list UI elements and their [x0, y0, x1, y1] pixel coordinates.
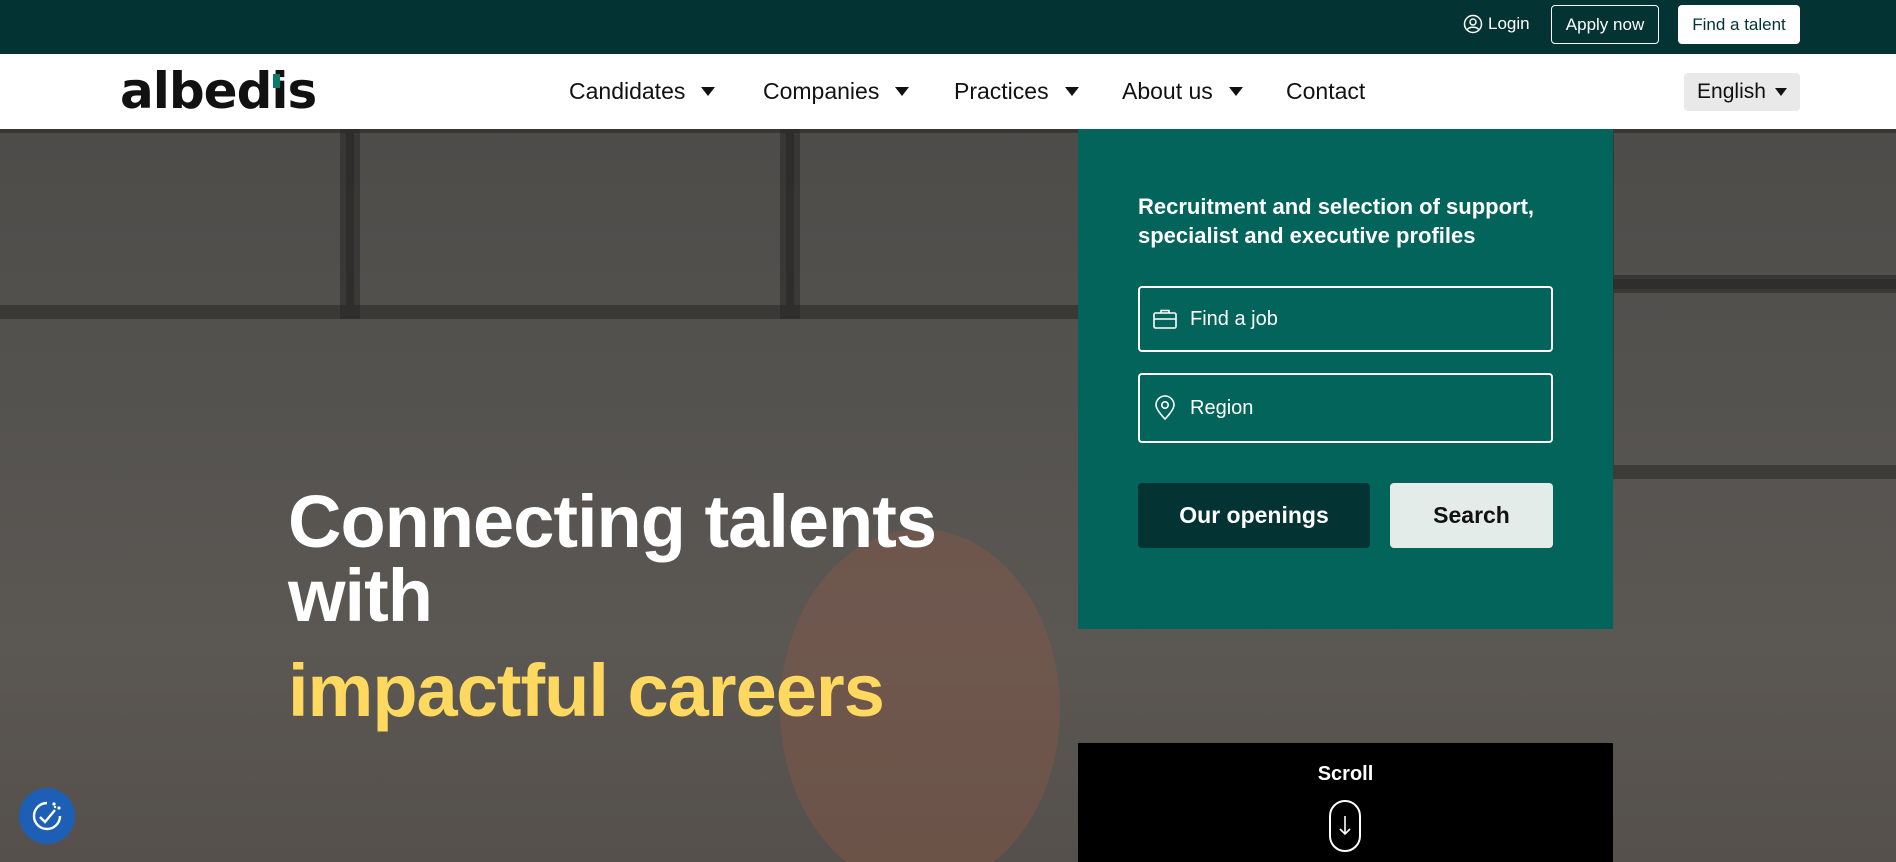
scroll-label: Scroll [1317, 763, 1374, 785]
background-window-frame [780, 129, 1100, 319]
background-window-frame [340, 129, 800, 319]
our-openings-button[interactable]: Our openings [1138, 483, 1370, 548]
language-selector[interactable]: English [1684, 73, 1800, 111]
nav-item-about-us[interactable]: About us [1122, 76, 1243, 106]
cookie-settings-button[interactable] [19, 788, 75, 844]
find-a-talent-button[interactable]: Find a talent [1678, 5, 1800, 44]
nav-item-candidates[interactable]: Candidates [569, 76, 716, 106]
search-button[interactable]: Search [1390, 483, 1553, 548]
hero-title-line-2: with [288, 554, 433, 637]
chevron-down-icon [1774, 88, 1787, 96]
chevron-down-icon [1064, 86, 1079, 96]
briefcase-icon [1153, 309, 1177, 329]
hero-title-line-1: Connecting talents [288, 480, 937, 563]
panel-headline: Recruitment and selection of support, sp… [1138, 194, 1535, 248]
albedis-logo[interactable]: albedis [120, 66, 317, 116]
cookie-settings-icon [32, 801, 62, 831]
nav-item-label: Companies [763, 77, 880, 104]
logo-text: albedis [120, 62, 317, 120]
job-search-panel: Recruitment and selection of support, sp… [1078, 129, 1613, 629]
scroll-down-button[interactable] [1329, 800, 1361, 852]
location-pin-icon [1155, 395, 1175, 421]
chevron-down-icon [895, 86, 910, 96]
chevron-down-icon [701, 86, 716, 96]
login-label: Login [1488, 14, 1530, 33]
nav-item-label: Practices [954, 77, 1049, 104]
logo-accent-mark [273, 74, 280, 88]
background-window-frame [0, 129, 360, 319]
job-search-input[interactable] [1190, 307, 1530, 331]
login-link[interactable]: Login [1463, 12, 1530, 36]
background-window-frame [1600, 279, 1896, 479]
user-circle-icon [1463, 14, 1483, 34]
apply-now-button[interactable]: Apply now [1551, 5, 1659, 44]
scroll-indicator: Scroll [1078, 743, 1613, 862]
top-utility-bar: Login Apply now Find a talent [0, 0, 1896, 54]
nav-item-contact[interactable]: Contact [1286, 76, 1365, 106]
background-window-frame [1600, 129, 1896, 289]
nav-item-label: Contact [1286, 77, 1366, 104]
job-search-field[interactable] [1138, 286, 1553, 352]
nav-item-companies[interactable]: Companies [763, 76, 910, 106]
arrow-down-icon [1339, 816, 1351, 836]
main-navigation: albedis Candidates Companies Practices A… [0, 54, 1896, 129]
chevron-down-icon [1228, 86, 1243, 96]
hero-title-highlight: impactful careers [288, 649, 885, 732]
nav-item-label: Candidates [569, 77, 686, 104]
language-label: English [1697, 80, 1766, 103]
region-field[interactable] [1138, 373, 1553, 443]
hero-section: Connecting talents with impactful career… [0, 129, 1896, 862]
nav-item-label: About us [1122, 77, 1213, 104]
nav-item-practices[interactable]: Practices [954, 76, 1079, 106]
region-input[interactable] [1190, 396, 1530, 420]
